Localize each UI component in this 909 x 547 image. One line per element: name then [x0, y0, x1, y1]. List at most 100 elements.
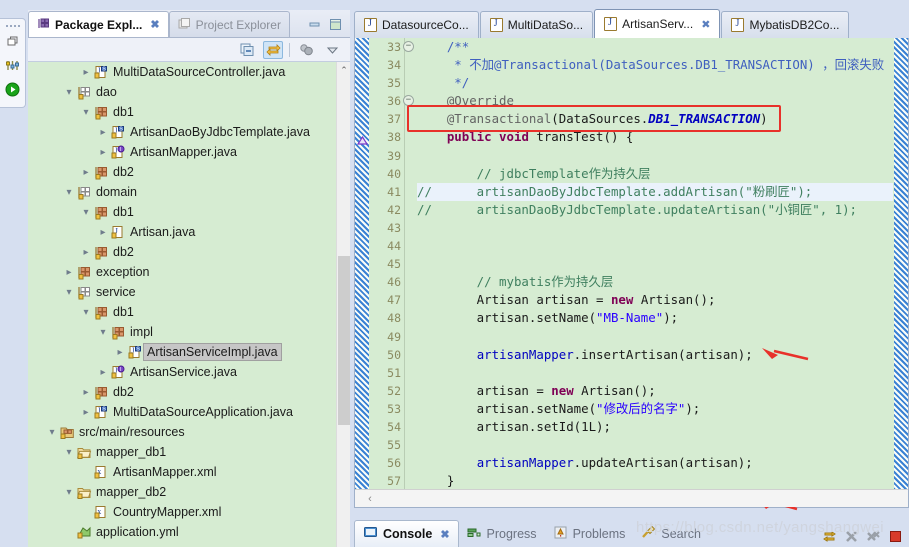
code-line[interactable] [417, 436, 893, 454]
tree-item[interactable]: ▾db1 [28, 302, 350, 322]
chevron-right-icon[interactable]: ▸ [113, 347, 127, 358]
scroll-left-icon[interactable]: ‹ [355, 493, 385, 505]
editor-tab[interactable]: DatasourceCo... [354, 11, 479, 38]
chevron-right-icon[interactable]: ▸ [96, 227, 110, 238]
chevron-right-icon[interactable]: ▸ [79, 387, 93, 398]
code-line[interactable]: artisanMapper.insertArtisan(artisan); [417, 346, 893, 364]
fold-collapse-icon[interactable]: − [403, 41, 414, 52]
minimize-icon[interactable] [308, 18, 321, 34]
chevron-right-icon[interactable]: ▸ [79, 247, 93, 258]
collapse-all-icon[interactable] [237, 41, 257, 59]
code-line[interactable]: // artisanDaoByJdbcTemplate.addArtisan("… [417, 183, 893, 201]
tree-item[interactable]: ▸JIArtisanMapper.java [28, 142, 350, 162]
tree-item[interactable]: ▸JSArtisanServiceImpl.java [28, 342, 350, 362]
code-line[interactable]: artisan.setName("修改后的名字"); [417, 400, 893, 418]
tree-item[interactable]: ▸JIArtisanService.java [28, 362, 350, 382]
code-line[interactable]: Artisan artisan = new Artisan(); [417, 291, 893, 309]
clear-console-icon[interactable] [844, 529, 859, 547]
code-line[interactable]: artisan = new Artisan(); [417, 382, 893, 400]
tree-item[interactable]: ▾service [28, 282, 350, 302]
project-tree[interactable]: ▸JSMultiDataSourceController.java▾dao ▾db… [28, 62, 350, 547]
chevron-down-icon[interactable]: ▾ [62, 287, 76, 298]
close-icon[interactable]: ✖ [150, 18, 159, 31]
close-icon[interactable]: ✖ [701, 18, 710, 31]
code-line[interactable]: * 不加@Transactional(DataSources.DB1_TRANS… [417, 56, 893, 74]
chevron-down-icon[interactable]: ▾ [79, 307, 93, 318]
code-line[interactable]: @Transactional(DataSources.DB1_TRANSACTI… [417, 110, 893, 128]
code-line[interactable] [417, 364, 893, 382]
tree-item[interactable]: ▾domain [28, 182, 350, 202]
tree-vertical-scrollbar[interactable]: ⌃ [336, 62, 350, 547]
tree-item[interactable]: ▾src/main/resources [28, 422, 350, 442]
console-tab[interactable]: Progress [459, 520, 545, 547]
chevron-down-icon[interactable]: ▾ [62, 487, 76, 498]
code-line[interactable]: public void transTest() { [417, 128, 893, 146]
code-line[interactable]: artisan.setName("MB-Name"); [417, 309, 893, 327]
maximize-icon[interactable] [329, 18, 342, 34]
chevron-down-icon[interactable]: ▾ [62, 447, 76, 458]
code-line[interactable] [417, 147, 893, 165]
code-line[interactable] [417, 328, 893, 346]
tree-item[interactable]: ▾db1 [28, 202, 350, 222]
run-icon[interactable] [0, 77, 24, 101]
filter-icon[interactable] [0, 53, 24, 77]
display-selected-console-icon[interactable] [822, 529, 837, 547]
chevron-right-icon[interactable]: ▸ [96, 367, 110, 378]
chevron-right-icon[interactable]: ▸ [79, 67, 93, 78]
console-tab[interactable]: Problems [545, 520, 634, 547]
chevron-right-icon[interactable]: ▸ [79, 407, 93, 418]
tree-item[interactable]: ▾dao [28, 82, 350, 102]
code-line[interactable]: @Override [417, 92, 893, 110]
source-code-area[interactable]: /** * 不加@Transactional(DataSources.DB1_T… [417, 38, 893, 507]
tree-item[interactable]: ▸JSMultiDataSourceController.java [28, 62, 350, 82]
console-tab[interactable]: Search [633, 520, 709, 547]
tree-item[interactable]: ▾mapper_db1 [28, 442, 350, 462]
editor-body[interactable]: 33−343536−373839404142434445464748495051… [354, 38, 909, 508]
chevron-down-icon[interactable]: ▾ [45, 427, 59, 438]
scrollbar-thumb[interactable] [338, 256, 350, 425]
remove-all-terminated-icon[interactable] [866, 529, 881, 547]
annotation-ruler[interactable] [355, 38, 369, 507]
chevron-down-icon[interactable]: ▾ [62, 87, 76, 98]
editor-horizontal-scrollbar[interactable]: ‹ [355, 489, 908, 507]
chevron-right-icon[interactable]: ▸ [79, 167, 93, 178]
code-line[interactable]: // artisanDaoByJdbcTemplate.updateArtisa… [417, 201, 893, 219]
code-line[interactable] [417, 255, 893, 273]
focus-on-active-task-icon[interactable] [296, 41, 316, 59]
tree-item[interactable]: ▾impl [28, 322, 350, 342]
close-icon[interactable]: ✖ [440, 528, 449, 541]
terminate-icon[interactable] [888, 529, 903, 547]
tree-item[interactable]: ▾mapper_db2 [28, 482, 350, 502]
tree-item[interactable]: ▸db2 [28, 382, 350, 402]
chevron-down-icon[interactable]: ▾ [79, 107, 93, 118]
code-line[interactable] [417, 219, 893, 237]
trim-drag-handle[interactable] [0, 19, 25, 29]
editor-tab[interactable]: MybatisDB2Co... [721, 11, 849, 38]
console-tab[interactable]: Console✖ [354, 520, 459, 547]
tree-item[interactable]: ▸db2 [28, 162, 350, 182]
overview-ruler[interactable] [894, 38, 908, 507]
code-line[interactable]: /** [417, 38, 893, 56]
tree-item[interactable]: ▸JSMultiDataSourceApplication.java [28, 402, 350, 422]
view-menu-icon[interactable] [322, 41, 342, 59]
code-line[interactable]: // jdbcTemplate作为持久层 [417, 165, 893, 183]
tree-item[interactable]: ▸JArtisan.java [28, 222, 350, 242]
tree-item[interactable]: xCountryMapper.xml [28, 502, 350, 522]
tree-item[interactable]: xArtisanMapper.xml [28, 462, 350, 482]
chevron-right-icon[interactable]: ▸ [96, 127, 110, 138]
code-line[interactable]: */ [417, 74, 893, 92]
tree-item[interactable]: ▸JSArtisanDaoByJdbcTemplate.java [28, 122, 350, 142]
tree-item[interactable]: application.yml [28, 522, 350, 542]
code-line[interactable]: } [417, 472, 893, 490]
tree-item[interactable]: ▸db2 [28, 242, 350, 262]
link-with-editor-icon[interactable] [263, 41, 283, 59]
tab-project-explorer[interactable]: Project Explorer [169, 11, 290, 37]
code-line[interactable]: // mybatis作为持久层 [417, 273, 893, 291]
code-line[interactable] [417, 237, 893, 255]
editor-tab[interactable]: MultiDataSo... [480, 11, 593, 38]
tab-package-explorer[interactable]: Package Expl... ✖ [28, 11, 169, 37]
fold-collapse-icon[interactable]: − [403, 95, 414, 106]
editor-tab[interactable]: ArtisanServ...✖ [594, 9, 720, 38]
chevron-down-icon[interactable]: ▾ [79, 207, 93, 218]
scroll-up-icon[interactable]: ⌃ [337, 62, 350, 78]
